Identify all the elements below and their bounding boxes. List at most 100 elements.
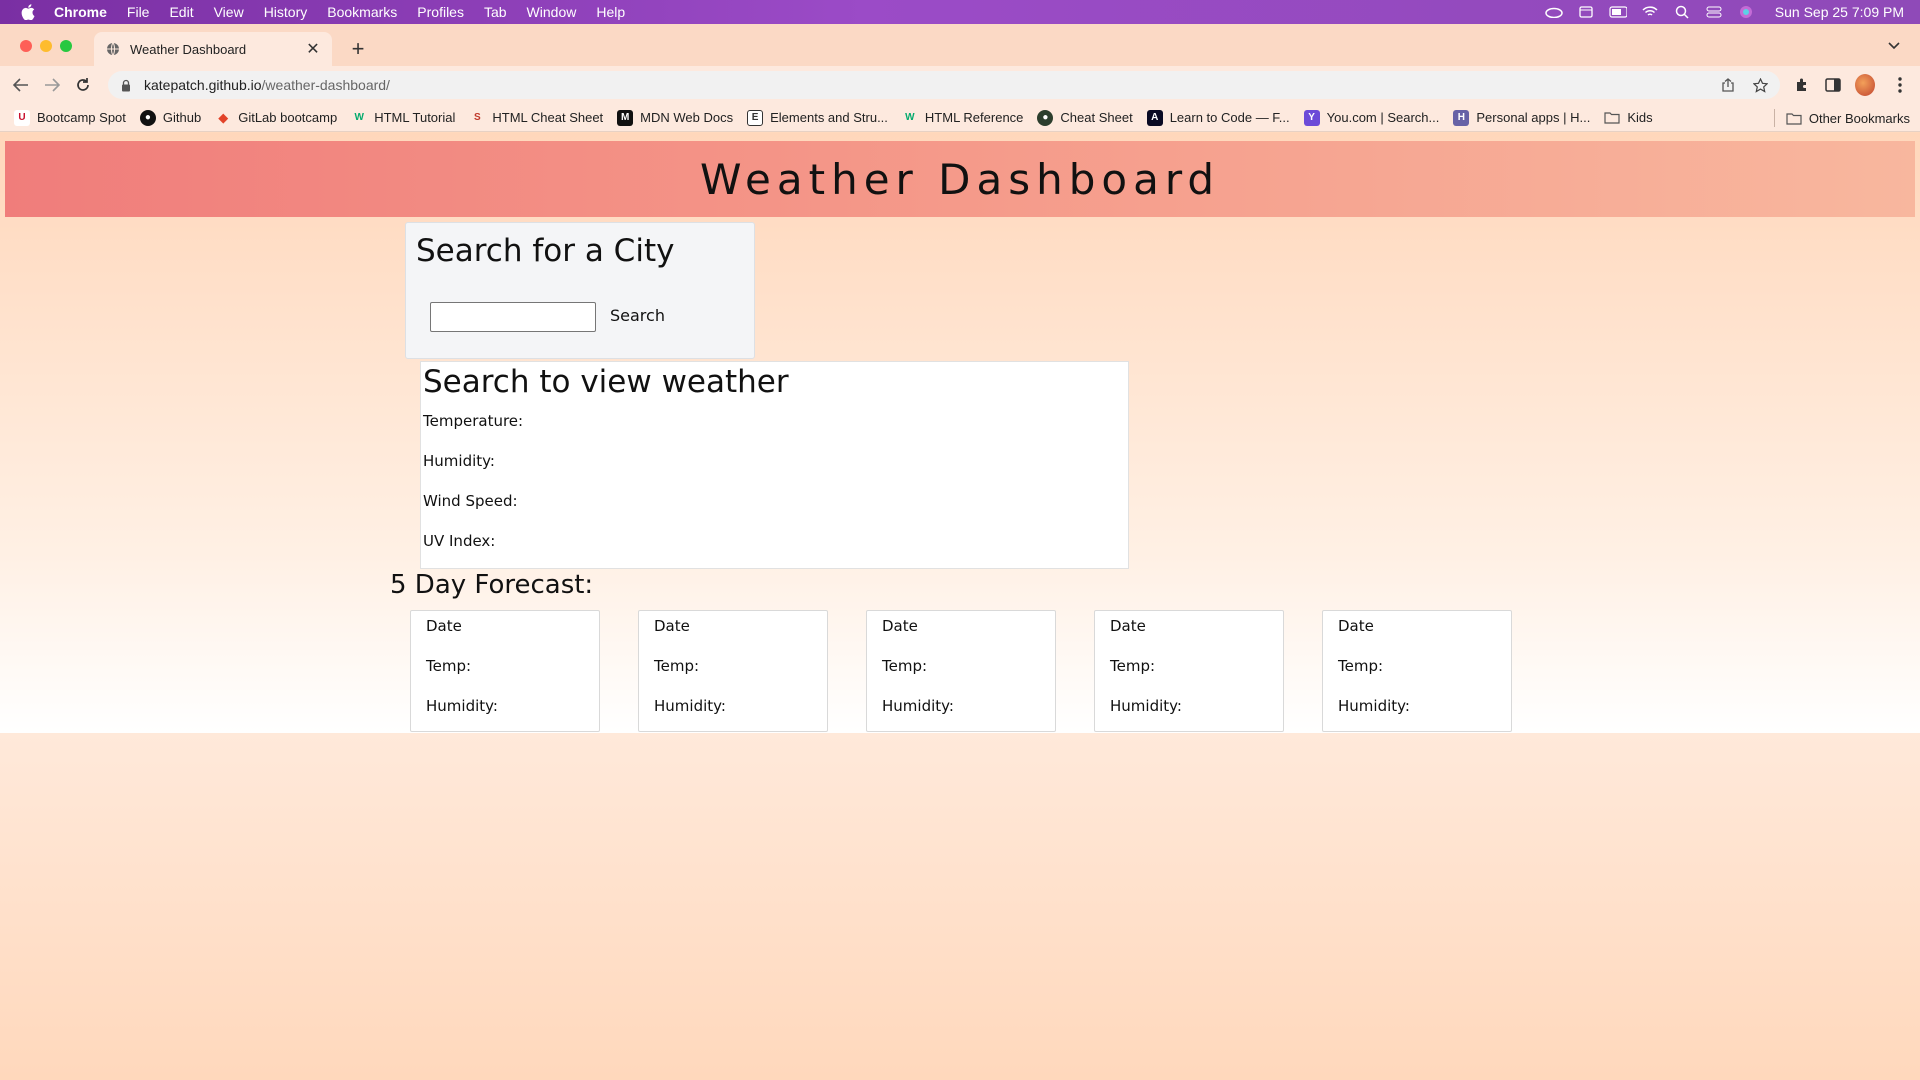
freecodecamp-icon: A: [1146, 109, 1163, 126]
github-icon: ●: [139, 109, 156, 126]
apple-logo-icon[interactable]: [20, 4, 36, 20]
city-search-input[interactable]: [430, 302, 596, 332]
cheatsheet-icon: S: [474, 112, 481, 123]
tab-search-chevron-icon[interactable]: [1886, 38, 1902, 54]
bookmark-html-cheat-sheet[interactable]: S HTML Cheat Sheet: [469, 110, 603, 126]
menu-window[interactable]: Window: [527, 4, 577, 20]
w3schools-icon: W: [905, 112, 915, 123]
reload-icon[interactable]: [73, 75, 93, 95]
creative-cloud-icon[interactable]: [1545, 5, 1563, 19]
menu-history[interactable]: History: [264, 4, 308, 20]
forecast-humidity: Humidity:: [654, 697, 726, 715]
close-tab-icon[interactable]: ✕: [306, 41, 320, 58]
minimize-window-button[interactable]: [40, 40, 52, 52]
forecast-card: Date Temp: Humidity:: [410, 610, 600, 732]
menu-bookmarks[interactable]: Bookmarks: [327, 4, 397, 20]
wifi-icon[interactable]: [1641, 5, 1659, 19]
lock-icon[interactable]: [120, 78, 132, 92]
share-icon[interactable]: [1720, 77, 1736, 93]
bookmark-learn-to-code[interactable]: A Learn to Code — F...: [1146, 109, 1290, 126]
page-background: [0, 733, 1920, 1080]
search-button[interactable]: Search: [610, 306, 665, 325]
tab-weather-dashboard[interactable]: Weather Dashboard ✕: [94, 32, 332, 66]
chrome-menu-icon[interactable]: [1890, 75, 1910, 95]
folder-icon: [1604, 110, 1620, 126]
url-path: /weather-dashboard/: [261, 77, 390, 93]
heroku-icon: H: [1453, 109, 1470, 126]
new-tab-button[interactable]: +: [345, 36, 371, 62]
forecast-temp: Temp:: [426, 657, 472, 675]
search-heading: Search for a City: [416, 233, 675, 269]
siri-icon[interactable]: [1737, 5, 1755, 19]
current-weather-panel: Search to view weather Temperature: Humi…: [420, 361, 1129, 569]
bookmark-html-tutorial[interactable]: W HTML Tutorial: [351, 110, 455, 126]
menu-file[interactable]: File: [127, 4, 150, 20]
tab-title: Weather Dashboard: [130, 41, 247, 57]
forecast-date: Date: [654, 617, 690, 635]
address-bar[interactable]: katepatch.github.io/weather-dashboard/: [108, 71, 1780, 99]
spotlight-search-icon[interactable]: [1673, 5, 1691, 19]
bookmark-gitlab-bootcamp[interactable]: ◆ GitLab bootcamp: [215, 110, 337, 126]
cheatsheet-icon: ●: [1037, 109, 1054, 126]
bookmark-cheat-sheet[interactable]: ● Cheat Sheet: [1037, 109, 1133, 126]
extensions-puzzle-icon[interactable]: [1792, 75, 1812, 95]
bootcamp-icon: U: [14, 109, 30, 126]
forecast-card: Date Temp: Humidity:: [866, 610, 1056, 732]
bookmarks-bar: U Bootcamp Spot ● Github ◆ GitLab bootcamp …: [0, 104, 1920, 132]
forecast-humidity: Humidity:: [1338, 697, 1410, 715]
url-host: katepatch.github.io: [144, 77, 262, 93]
back-arrow-icon[interactable]: [11, 75, 31, 95]
menubar-clock[interactable]: Sun Sep 25 7:09 PM: [1775, 4, 1904, 20]
bookmark-github[interactable]: ● Github: [139, 109, 201, 126]
bookmark-you-com[interactable]: Y You.com | Search...: [1303, 109, 1439, 126]
search-panel: Search for a City Search: [405, 222, 755, 359]
forecast-date: Date: [882, 617, 918, 635]
browser-toolbar: katepatch.github.io/weather-dashboard/: [0, 66, 1920, 104]
profile-avatar[interactable]: [1855, 74, 1875, 96]
page-viewport: Weather Dashboard Search for a City Sear…: [0, 133, 1920, 1080]
wind-speed-label: Wind Speed:: [423, 492, 518, 510]
menubar-status-area: Sun Sep 25 7:09 PM: [1545, 0, 1904, 24]
browser-tab-strip: Weather Dashboard ✕ +: [0, 24, 1920, 66]
bookmark-personal-apps[interactable]: H Personal apps | H...: [1453, 109, 1590, 126]
page-header: Weather Dashboard: [5, 141, 1915, 217]
menu-edit[interactable]: Edit: [169, 4, 193, 20]
bookmark-bootcamp-spot[interactable]: U Bootcamp Spot: [14, 109, 126, 126]
folder-icon: [1786, 110, 1802, 126]
document-icon: E: [747, 109, 764, 126]
forward-arrow-icon[interactable]: [42, 75, 62, 95]
forecast-temp: Temp:: [882, 657, 928, 675]
other-bookmarks-folder[interactable]: Other Bookmarks: [1786, 110, 1910, 126]
macos-menu-bar: Chrome File Edit View History Bookmarks …: [0, 0, 1920, 24]
close-window-button[interactable]: [20, 40, 32, 52]
forecast-date: Date: [426, 617, 462, 635]
menu-help[interactable]: Help: [596, 4, 625, 20]
forecast-card: Date Temp: Humidity:: [1094, 610, 1284, 732]
menu-profiles[interactable]: Profiles: [417, 4, 464, 20]
menu-tab[interactable]: Tab: [484, 4, 507, 20]
bookmark-elements-and-structure[interactable]: E Elements and Stru...: [747, 109, 888, 126]
bookmark-star-icon[interactable]: [1752, 77, 1768, 93]
menu-app-chrome[interactable]: Chrome: [54, 4, 107, 20]
bookmark-html-reference[interactable]: W HTML Reference: [902, 110, 1023, 126]
gitlab-icon: ◆: [218, 109, 229, 125]
forecast-temp: Temp:: [1338, 657, 1384, 675]
mdn-icon: M: [617, 109, 634, 126]
side-panel-icon[interactable]: [1823, 75, 1843, 95]
zoom-window-button[interactable]: [60, 40, 72, 52]
menu-view[interactable]: View: [214, 4, 244, 20]
w3schools-icon: W: [354, 112, 364, 123]
forecast-date: Date: [1338, 617, 1374, 635]
current-weather-heading: Search to view weather: [423, 364, 789, 400]
bookmarks-divider: [1774, 109, 1775, 127]
forecast-card: Date Temp: Humidity:: [1322, 610, 1512, 732]
calendar-icon[interactable]: [1577, 5, 1595, 19]
temperature-label: Temperature:: [423, 412, 524, 430]
page-title: Weather Dashboard: [699, 154, 1221, 204]
forecast-date: Date: [1110, 617, 1146, 635]
bookmark-mdn-web-docs[interactable]: M MDN Web Docs: [617, 109, 733, 126]
window-controls: [20, 40, 72, 52]
battery-icon[interactable]: [1609, 5, 1627, 19]
bookmark-folder-kids[interactable]: Kids: [1604, 110, 1653, 126]
control-center-icon[interactable]: [1705, 5, 1723, 19]
